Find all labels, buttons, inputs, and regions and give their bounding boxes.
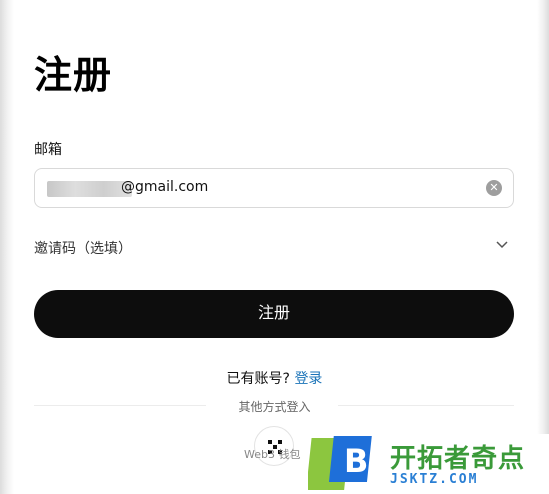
watermark: B 开拓者奇点 JSKTZ.COM <box>306 434 549 494</box>
web3-wallet-label: Web3 钱包 <box>244 448 301 461</box>
right-edge-shadow <box>537 0 549 494</box>
watermark-url: JSKTZ.COM <box>390 472 479 487</box>
watermark-brand: 开拓者奇点 <box>390 444 526 474</box>
page-title: 注册 <box>34 53 113 97</box>
chevron-down-icon <box>496 238 508 252</box>
register-button[interactable]: 注册 <box>34 290 514 338</box>
have-account-text: 已有账号? <box>226 371 290 387</box>
email-field[interactable]: @gmail.com ✕ <box>34 168 514 208</box>
invite-code-toggle[interactable]: 邀请码（选填） <box>34 232 514 260</box>
other-login-methods-label: 其他方式登入 <box>238 400 311 414</box>
login-link[interactable]: 登录 <box>294 371 322 387</box>
svg-text:B: B <box>344 442 368 480</box>
clear-icon[interactable]: ✕ <box>486 180 502 196</box>
left-edge-shadow <box>0 0 14 494</box>
email-redacted-part <box>47 181 132 197</box>
email-value: @gmail.com <box>121 179 209 195</box>
watermark-logo-icon: B <box>308 436 372 490</box>
have-account-row: 已有账号? 登录 <box>0 368 549 388</box>
email-label: 邮箱 <box>34 142 62 158</box>
invite-code-label: 邀请码（选填） <box>34 241 132 257</box>
